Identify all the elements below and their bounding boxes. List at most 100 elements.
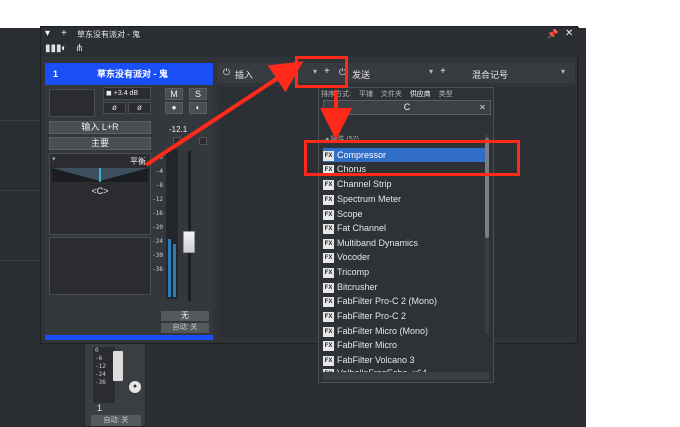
- channel-empty-slot: [49, 237, 151, 295]
- horizontal-scrollbar[interactable]: [323, 372, 489, 380]
- record-button[interactable]: ●: [165, 102, 183, 114]
- pan-dropdown-icon[interactable]: ▾: [52, 155, 56, 163]
- inserts-header: ⏻ 插入 ▾ + ⏻ 发送 ▾ + 混合记号 ▾: [217, 63, 575, 83]
- channel-strip-panel: ◼ +3.4 dB ø ø M S ● ◐ 输入 L+R 主要 ▾ 平衡 <C>…: [45, 85, 213, 337]
- sort-option[interactable]: 文件夹: [381, 91, 402, 98]
- background-automation[interactable]: 自动: 关: [91, 415, 141, 426]
- fader-track[interactable]: [188, 151, 191, 301]
- track-divider: [0, 190, 40, 191]
- menu-triangle-icon[interactable]: ▾: [45, 28, 50, 40]
- scale-label: -36: [152, 266, 163, 273]
- automation-selector[interactable]: 自动: 关: [161, 323, 209, 333]
- output-selector[interactable]: 主要: [49, 137, 151, 150]
- fx-badge: FX: [323, 282, 334, 293]
- sends-dropdown-icon[interactable]: ▾: [429, 67, 433, 76]
- list-item[interactable]: FX Channel Strip: [323, 177, 487, 191]
- background-meter-scale: 0 -6 -12 -24 -36: [93, 347, 115, 403]
- input-selector[interactable]: 输入 L+R: [49, 121, 151, 134]
- fx-badge: FX: [323, 194, 334, 205]
- scale-label: -36: [95, 379, 106, 386]
- scale-label: -12: [95, 363, 106, 370]
- list-item[interactable]: FX Tricomp: [323, 265, 487, 279]
- window-title: 草东没有派对 - 鬼: [77, 30, 141, 39]
- gain-value: +3.4 dB: [113, 90, 139, 97]
- list-item[interactable]: FX FabFilter Micro (Mono): [323, 324, 487, 338]
- background-channel-index: 1: [97, 403, 103, 413]
- solo-button[interactable]: S: [189, 88, 207, 100]
- channel-color-slot[interactable]: [49, 89, 95, 117]
- list-item[interactable]: FX FabFilter Volcano 3: [323, 353, 487, 367]
- list-item[interactable]: FX Fat Channel: [323, 221, 487, 235]
- phase-left-button[interactable]: ø: [103, 102, 126, 114]
- close-icon[interactable]: ✕: [565, 28, 573, 40]
- inserts-label: 插入: [235, 70, 254, 80]
- meter-bar-left: [168, 239, 171, 297]
- sort-option[interactable]: 供应商: [410, 91, 431, 98]
- fx-badge: FX: [323, 326, 334, 337]
- list-item[interactable]: FX FabFilter Micro: [323, 338, 487, 352]
- sort-row: 排序方式: 平铺 文件夹 供应商 类型: [321, 89, 493, 99]
- sort-option[interactable]: 类型: [439, 91, 453, 98]
- list-item[interactable]: FX Spectrum Meter: [323, 192, 487, 206]
- plugin-browser-dropdown: 排序方式: 平铺 文件夹 供应商 类型 C ✕ ◂ 插件 (57) FX Comp…: [318, 87, 494, 383]
- group-selector[interactable]: 无: [161, 311, 209, 321]
- channel-header[interactable]: 1 草东没有派对 - 鬼: [45, 63, 213, 85]
- add-send-button[interactable]: +: [440, 66, 446, 77]
- monitor-button[interactable]: ◐: [189, 102, 207, 114]
- fx-badge: FX: [323, 238, 334, 249]
- close-icon[interactable]: ✕: [477, 102, 488, 113]
- gain-knob-icon: ◼: [106, 90, 112, 97]
- add-icon[interactable]: +: [61, 28, 67, 40]
- volume-fader[interactable]: [183, 231, 195, 253]
- channel-number: 1: [53, 69, 59, 79]
- pin-icon[interactable]: 📌: [547, 28, 558, 40]
- background-fader[interactable]: [113, 351, 123, 381]
- mute-button[interactable]: M: [165, 88, 183, 100]
- fx-badge: FX: [323, 252, 334, 263]
- list-item[interactable]: FX Scope: [323, 207, 487, 221]
- list-item[interactable]: FX Bitcrusher: [323, 280, 487, 294]
- list-item[interactable]: FX FabFilter Pro-C 2: [323, 309, 487, 323]
- track-divider: [0, 260, 40, 261]
- scale-label: -16: [152, 210, 163, 217]
- mixer-view-icon[interactable]: ▮▮▮: [45, 43, 62, 54]
- plugin-search-input[interactable]: C ✕: [323, 100, 491, 115]
- channel-name: 草东没有派对 - 鬼: [97, 69, 168, 79]
- fx-badge: FX: [323, 296, 334, 307]
- right-margin: [586, 0, 680, 427]
- scale-label: 0: [95, 347, 99, 354]
- scale-label: -4: [155, 168, 163, 175]
- window-toolbar: ▮▮▮ ◐ ⋔: [41, 41, 579, 57]
- fx-badge: FX: [323, 340, 334, 351]
- record-arm-icon[interactable]: ●: [129, 381, 141, 393]
- scale-label: -24: [95, 371, 106, 378]
- pan-slider[interactable]: [52, 168, 148, 182]
- scale-label: -20: [152, 224, 163, 231]
- mix-dropdown-icon[interactable]: ▾: [561, 67, 565, 76]
- scale-label: 0: [159, 154, 163, 161]
- peak-value: -12.1: [169, 125, 188, 134]
- routing-icon[interactable]: ⋔: [75, 43, 83, 54]
- annotation-highlight-add-insert: [295, 56, 348, 88]
- list-item[interactable]: FX Multiband Dynamics: [323, 236, 487, 250]
- top-margin: [0, 0, 680, 28]
- pan-value: <C>: [91, 186, 109, 196]
- meter-bar-right: [173, 244, 176, 297]
- list-item[interactable]: FX Vocoder: [323, 250, 487, 264]
- background-channel-strip: 0 -6 -12 -24 -36 ● 1 自动: 关: [84, 340, 146, 427]
- clip-indicator[interactable]: [199, 137, 207, 145]
- scale-label: -6: [95, 355, 103, 362]
- sort-option[interactable]: 平铺: [359, 91, 373, 98]
- fx-badge: FX: [323, 209, 334, 220]
- fx-badge: FX: [323, 355, 334, 366]
- window-titlebar: ▾ + 草东没有派对 - 鬼 📌 ✕: [41, 27, 579, 41]
- meter-scale: 0 -4 -8 -12 -16 -20 -24 -30 -36: [149, 151, 163, 277]
- phase-right-button[interactable]: ø: [128, 102, 151, 114]
- clip-indicator[interactable]: [173, 137, 181, 145]
- list-item[interactable]: FX FabFilter Pro-C 2 (Mono): [323, 294, 487, 308]
- dial-icon[interactable]: ◐: [61, 43, 67, 54]
- pan-label: 平衡: [130, 157, 146, 166]
- annotation-highlight-compressor: [304, 140, 520, 176]
- gain-display[interactable]: ◼ +3.4 dB: [103, 87, 151, 100]
- power-icon[interactable]: ⏻: [223, 67, 230, 78]
